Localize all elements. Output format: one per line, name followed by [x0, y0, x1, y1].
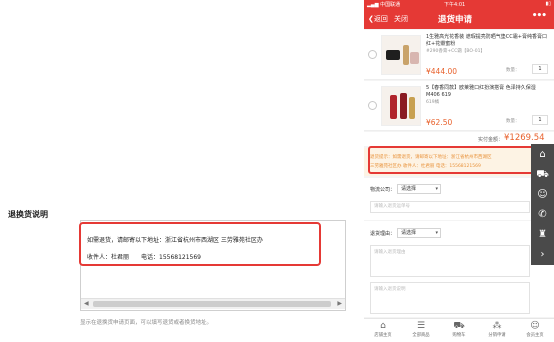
page-title: 退货申请: [438, 15, 473, 25]
product-name: 5【春香同款】欧莱雅口红扮演搭膏 色泽持久保湿 M406 619: [426, 85, 536, 98]
back-label: 返回: [373, 15, 388, 23]
quantity-label: 数量：: [506, 68, 520, 73]
user-icon: ☺: [530, 321, 540, 331]
reason-textarea[interactable]: 请输入退货理由: [370, 245, 530, 277]
scroll-left-icon[interactable]: ◀: [84, 300, 89, 307]
back-button[interactable]: ❮返回: [368, 14, 388, 24]
product-price: ¥444.00: [426, 67, 458, 76]
quantity-input[interactable]: 1: [532, 115, 548, 125]
lipstick-image: [390, 95, 397, 119]
total-row: 实付金额： ¥1269.54: [364, 132, 554, 146]
note-textarea[interactable]: 请输入退货说明: [370, 282, 530, 314]
reason-select[interactable]: 请选择 ▾: [397, 228, 441, 238]
product-price: ¥62.50: [426, 118, 453, 127]
list-icon: ☰: [416, 321, 426, 331]
home-icon: ⌂: [380, 321, 386, 331]
chevron-down-icon: ▾: [435, 230, 438, 236]
lipstick-image: [403, 45, 409, 65]
close-button[interactable]: 关闭: [394, 14, 408, 24]
bottom-tab-bar: ⌂ 店铺主页 ☰ 全部商品 ⛟ 购物车 ⁂ 分销申请 ☺ 会员主页: [364, 318, 554, 342]
floating-toolbar: ⌂ ⛟ ☺ ✆ ♜ ›: [531, 144, 554, 265]
cart-icon[interactable]: ⛟: [536, 168, 549, 181]
product-thumbnail: [381, 35, 421, 75]
product-spec: #290香膏+CC霜【BO-01】: [426, 49, 485, 54]
scroll-right-icon[interactable]: ▶: [337, 300, 342, 307]
address-highlight-box: [79, 222, 321, 266]
logistics-label: 物流公司：: [370, 187, 396, 193]
status-time: 下午4:01: [444, 2, 466, 8]
tab-distribution[interactable]: ⁂ 分销申请: [478, 319, 516, 342]
compact-image: [386, 50, 400, 60]
phone-icon[interactable]: ✆: [536, 208, 549, 221]
lipstick-image: [400, 93, 407, 119]
user-icon[interactable]: ☺: [536, 188, 549, 201]
battery-icon: ▮▯: [545, 1, 551, 7]
tab-store-home[interactable]: ⌂ 店铺主页: [364, 319, 402, 342]
powder-image: [410, 52, 419, 64]
return-policy-title: 退换货说明: [8, 210, 48, 219]
logistics-select[interactable]: 请选择 ▾: [397, 184, 441, 194]
product-spec: 619橘: [426, 100, 440, 105]
logistics-row: 物流公司： 请选择 ▾ 请输入退货运单号: [364, 178, 554, 220]
network-icon: ⁂: [492, 321, 502, 331]
tab-label: 全部商品: [412, 333, 430, 338]
quantity-input[interactable]: 1: [532, 64, 548, 74]
lipstick-image: [409, 97, 415, 119]
total-label: 实付金额：: [478, 137, 504, 143]
tab-label: 会员主页: [526, 333, 544, 338]
home-icon[interactable]: ⌂: [536, 148, 549, 161]
nav-bar: ❮返回 关闭 退货申请 •••: [364, 9, 554, 29]
product-item: 1生雅高光花香装 遮瑕提亮防晒气垫CC霜+膏纯香膏口红+花瓣蜜粉 #290香膏+…: [364, 30, 554, 80]
cart-icon: ⛟: [453, 321, 465, 331]
tab-cart[interactable]: ⛟ 购物车: [440, 319, 478, 342]
select-radio[interactable]: [368, 101, 377, 110]
tab-member-home[interactable]: ☺ 会员主页: [516, 319, 554, 342]
select-radio[interactable]: [368, 50, 377, 59]
reason-select-value: 请选择: [401, 230, 417, 236]
scrollbar-thumb[interactable]: [93, 301, 331, 307]
chevron-right-icon[interactable]: ›: [536, 248, 549, 261]
chevron-down-icon: ▾: [435, 186, 438, 192]
trophy-icon[interactable]: ♜: [536, 228, 549, 241]
tab-label: 分销申请: [488, 333, 506, 338]
product-thumbnail: [381, 86, 421, 126]
reason-row: 退货理由： 请选择 ▾ 请输入退货理由 请输入退货说明: [364, 221, 554, 317]
status-bar: ▂▄▆ 中国联通 下午4:01 ▮▯: [364, 0, 554, 9]
product-name: 1生雅高光花香装 遮瑕提亮防晒气垫CC霜+膏纯香膏口红+花瓣蜜粉: [426, 34, 547, 47]
notice-highlight-box: [368, 146, 542, 174]
horizontal-scrollbar[interactable]: ◀ ▶: [81, 298, 345, 309]
product-item: 5【春香同款】欧莱雅口红扮演搭膏 色泽持久保湿 M406 619 619橘 ¥6…: [364, 81, 554, 131]
logistics-select-value: 请选择: [401, 186, 417, 192]
carrier-label: ▂▄▆ 中国联通: [367, 1, 400, 8]
return-policy-hint: 显示在退换货申请页面，可以填写退货或者换货地址。: [80, 320, 213, 326]
tab-label: 店铺主页: [374, 333, 392, 338]
more-menu-icon[interactable]: •••: [532, 11, 547, 21]
tracking-number-input[interactable]: 请输入退货运单号: [370, 201, 530, 213]
carrier-name: 中国联通: [380, 2, 401, 8]
quantity-label: 数量：: [506, 119, 520, 124]
signal-icon: ▂▄▆: [367, 2, 381, 8]
reason-label: 退货理由：: [370, 231, 396, 237]
total-value: ¥1269.54: [504, 133, 545, 143]
tab-label: 购物车: [452, 333, 466, 338]
tab-all-products[interactable]: ☰ 全部商品: [402, 319, 440, 342]
